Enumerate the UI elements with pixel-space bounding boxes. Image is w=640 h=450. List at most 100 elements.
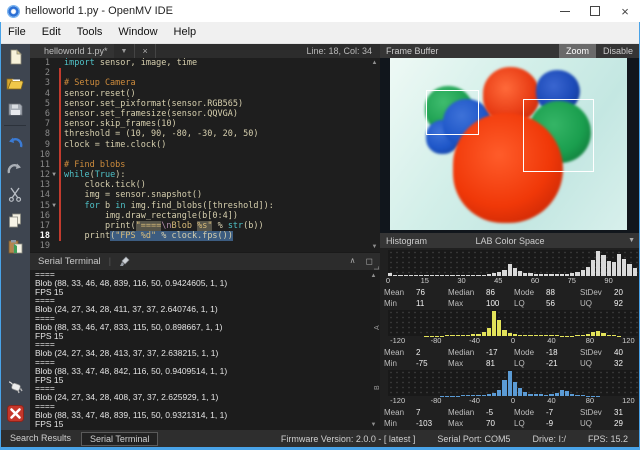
redo-icon — [7, 162, 23, 175]
openmv-ide-window: helloworld 1.py - OpenMV IDE × FileEditT… — [0, 0, 640, 450]
frame-buffer-stage — [380, 58, 640, 233]
fold-chevron-icon[interactable]: ▼ — [50, 201, 58, 211]
menubar: FileEditToolsWindowHelp — [0, 22, 640, 44]
editor-scroll-up-icon[interactable]: ▲ — [370, 59, 379, 67]
code-line: 3# Setup Camera — [30, 78, 380, 88]
terminal-line: Blob (88, 33, 47, 48, 842, 116, 50, 0.94… — [35, 367, 380, 376]
open-folder-icon — [6, 76, 24, 91]
editor-tabbar: helloworld 1.py* ▼ × Line: 18, Col: 34 — [30, 44, 380, 58]
code-line: 18 print("FPS %d" % clock.fps()) — [30, 231, 380, 241]
histogram-plot — [388, 310, 638, 336]
stop-icon — [7, 405, 24, 422]
frame-buffer-title: Frame Buffer — [380, 46, 438, 56]
maximize-terminal-icon[interactable]: ◻ — [366, 256, 373, 267]
terminal-line: Blob (88, 33, 46, 47, 833, 115, 50, 0.89… — [35, 323, 380, 332]
histogram-channel-l: L0153045607590Mean76Median86Mode88StDev2… — [380, 250, 640, 310]
serial-terminal-output[interactable]: ====Blob (88, 33, 46, 48, 839, 116, 50, … — [30, 270, 380, 430]
toolbar-separator — [4, 125, 26, 126]
status-tab-search-results[interactable]: Search Results — [2, 432, 79, 446]
copy-button[interactable] — [0, 207, 30, 233]
stop-button[interactable] — [0, 400, 30, 426]
tab-dropdown-caret-icon[interactable]: ▼ — [114, 48, 135, 55]
status-tab-serial-terminal[interactable]: Serial Terminal — [81, 432, 158, 446]
code-line: 15▼ for b in img.find_blobs([threshold])… — [30, 201, 380, 211]
frame-buffer-panel: Frame Buffer Zoom Disable — [380, 44, 640, 430]
code-line: 19 — [30, 241, 380, 251]
line-col-indicator: Line: 18, Col: 34 — [306, 46, 380, 56]
terminal-line: FPS 15 — [35, 332, 380, 341]
new-file-button[interactable] — [0, 44, 30, 70]
code-line: 2 — [30, 68, 380, 78]
histogram-channel-b: B-120-80-4004080120Mean7Median-5Mode-7St… — [380, 370, 640, 430]
serial-terminal-header: Serial Terminal | ∧ ◻ — [30, 252, 380, 270]
maximize-icon — [590, 6, 600, 16]
openmv-logo-icon — [7, 5, 20, 18]
serial-port: Serial Port: COM5 — [437, 434, 510, 444]
editor-scroll-down-icon[interactable]: ▼ — [370, 243, 379, 251]
save-icon — [8, 102, 23, 117]
blob-rectangle — [523, 99, 594, 172]
fold-chevron-icon[interactable]: ▼ — [50, 170, 58, 180]
minimize-icon — [560, 11, 570, 12]
histogram-title: Histogram — [380, 236, 427, 246]
frame-buffer-header: Frame Buffer Zoom Disable — [380, 44, 640, 58]
code-line: 11# Find blobs — [30, 160, 380, 170]
terminal-lines: ====Blob (88, 33, 46, 48, 839, 116, 50, … — [35, 270, 380, 428]
main-area: helloworld 1.py* ▼ × Line: 18, Col: 34 1… — [0, 44, 640, 430]
zoom-button[interactable]: Zoom — [559, 44, 596, 58]
clear-terminal-icon — [119, 256, 131, 267]
open-file-button[interactable] — [0, 70, 30, 96]
minimize-button[interactable] — [550, 0, 580, 22]
fps-indicator: FPS: 15.2 — [588, 434, 628, 444]
cut-button[interactable] — [0, 181, 30, 207]
copy-icon — [8, 213, 22, 228]
camera-frame-image[interactable] — [390, 58, 627, 230]
clear-terminal-button[interactable] — [119, 256, 131, 267]
code-line: 14 img = sensor.snapshot() — [30, 190, 380, 200]
code-editor[interactable]: 1import sensor, image, time23# Setup Cam… — [30, 58, 380, 252]
menu-file[interactable]: File — [0, 22, 34, 43]
terminal-scroll-up-icon[interactable]: ▲ — [369, 272, 378, 280]
code-line: 6sensor.set_framesize(sensor.QQVGA) — [30, 109, 380, 119]
connect-button[interactable] — [0, 374, 30, 400]
code-line: 12▼while(True): — [30, 170, 380, 180]
cut-icon — [8, 187, 22, 202]
close-icon: × — [621, 4, 629, 19]
undo-button[interactable] — [0, 129, 30, 155]
menu-edit[interactable]: Edit — [34, 22, 69, 43]
histogram-channel-a: A-120-80-4004080120Mean2Median-17Mode-18… — [380, 310, 640, 370]
menu-help[interactable]: Help — [166, 22, 205, 43]
maximize-button[interactable] — [580, 0, 610, 22]
menu-tools[interactable]: Tools — [69, 22, 111, 43]
serial-terminal-title: Serial Terminal — [30, 256, 109, 267]
code-line: 5sensor.set_pixformat(sensor.RGB565) — [30, 99, 380, 109]
terminal-line: FPS 15 — [35, 376, 380, 385]
close-button[interactable]: × — [610, 0, 640, 22]
redo-button[interactable] — [0, 155, 30, 181]
terminal-scroll-down-icon[interactable]: ▼ — [369, 421, 378, 429]
code-line: 16 img.draw_rectangle(b[0:4]) — [30, 211, 380, 221]
histogram-plot — [388, 370, 638, 396]
code-line: 4sensor.reset() — [30, 89, 380, 99]
disable-button[interactable]: Disable — [596, 44, 640, 58]
code-line: 9clock = time.clock() — [30, 140, 380, 150]
menu-window[interactable]: Window — [110, 22, 165, 43]
histogram-area: L0153045607590Mean76Median86Mode88StDev2… — [380, 248, 640, 430]
save-button[interactable] — [0, 96, 30, 122]
terminal-line: FPS 15 — [35, 420, 380, 429]
tab-helloworld[interactable]: helloworld 1.py* — [30, 44, 114, 58]
new-file-icon — [8, 49, 23, 65]
collapse-terminal-icon[interactable]: ∧ — [350, 256, 356, 267]
code-line: 7sensor.skip_frames(10) — [30, 119, 380, 129]
tab-close-icon[interactable]: × — [134, 44, 155, 58]
terminal-line: Blob (24, 27, 34, 28, 411, 37, 37, 2.640… — [35, 305, 380, 314]
left-toolbar — [0, 44, 30, 430]
colorspace-select[interactable]: LAB Color Space — [475, 236, 544, 246]
status-tabs: Search ResultsSerial Terminal — [0, 432, 158, 446]
paste-button[interactable] — [0, 233, 30, 259]
code-line: 10 — [30, 150, 380, 160]
code-line: 13 clock.tick() — [30, 180, 380, 190]
titlebar: helloworld 1.py - OpenMV IDE × — [0, 0, 640, 22]
code-lines: 1import sensor, image, time23# Setup Cam… — [30, 58, 380, 252]
paste-icon — [8, 239, 23, 254]
